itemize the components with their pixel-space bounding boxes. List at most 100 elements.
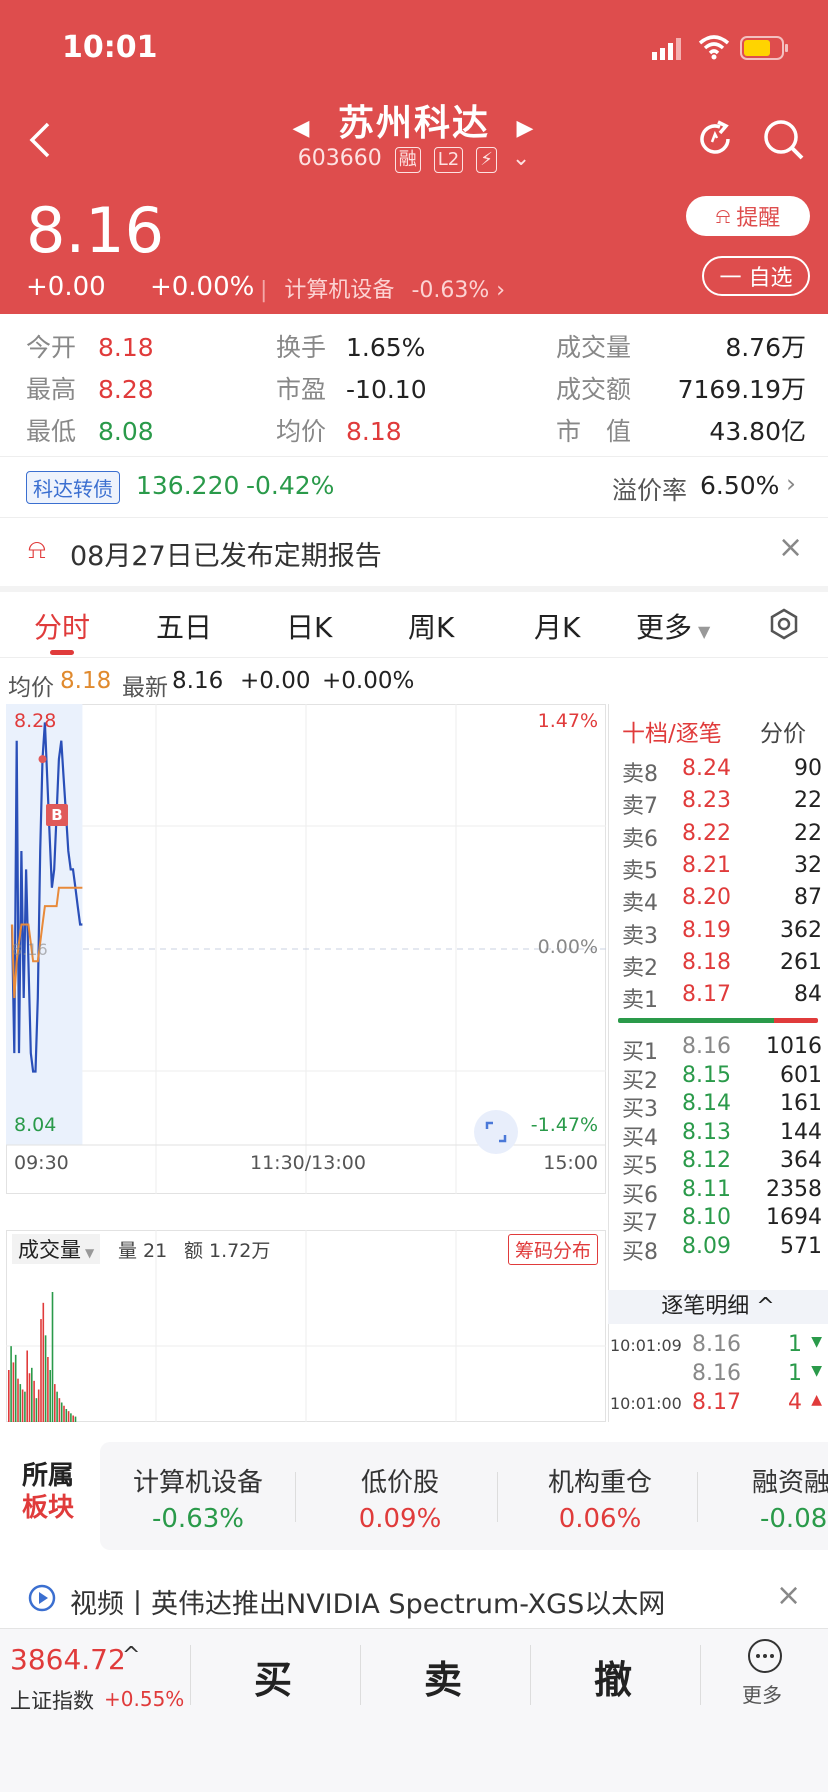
bid-price: 8.16 bbox=[682, 1034, 731, 1059]
close-icon[interactable]: × bbox=[778, 530, 803, 565]
bid-row[interactable]: 买6 8.11 2358 bbox=[622, 1177, 822, 1209]
bid-row[interactable]: 买1 8.16 1016 bbox=[622, 1034, 822, 1066]
ask-row[interactable]: 卖4 8.20 87 bbox=[622, 885, 822, 917]
remind-button[interactable]: ⍾ 提醒 bbox=[686, 196, 810, 236]
report-notice[interactable]: ⍾ 08月27日已发布定期报告 × bbox=[0, 520, 828, 586]
volume-bar bbox=[47, 1357, 49, 1422]
convertible-pct: -0.42% bbox=[246, 471, 335, 500]
chart-tabs: 分时 五日 日K 周K 月K 更多 ▼ bbox=[0, 592, 828, 658]
tick-detail-toggle[interactable]: 逐笔明细 ^ bbox=[608, 1290, 828, 1324]
watchlist-button[interactable]: 一 自选 bbox=[702, 256, 810, 296]
sector-name: 低价股 bbox=[360, 1468, 439, 1498]
ask-row[interactable]: 卖7 8.23 22 bbox=[622, 788, 822, 820]
price-change: +0.00 bbox=[26, 272, 106, 302]
ask-volume: 90 bbox=[794, 756, 822, 781]
ask-row[interactable]: 卖8 8.24 90 bbox=[622, 756, 822, 788]
tab-more-label: 更多 bbox=[636, 611, 693, 644]
volume-bar bbox=[60, 1402, 63, 1422]
bid-row[interactable]: 买7 8.10 1694 bbox=[622, 1205, 822, 1237]
search-icon[interactable] bbox=[762, 118, 806, 166]
ask-row[interactable]: 卖6 8.22 22 bbox=[622, 821, 822, 853]
sector-pct: -0.63% bbox=[152, 1504, 244, 1534]
next-stock-icon[interactable]: ▶ bbox=[517, 116, 536, 141]
buy-button[interactable]: 买 bbox=[254, 1649, 292, 1704]
tab-five-day[interactable]: 五日 bbox=[156, 606, 212, 646]
sector-item[interactable]: 机构重仓 0.06% bbox=[502, 1442, 698, 1550]
ask-row[interactable]: 卖2 8.18 261 bbox=[622, 950, 822, 982]
news-ticker[interactable]: 视频丨英伟达推出NVIDIA Spectrum-XGS以太网 × bbox=[0, 1570, 828, 1630]
bid-row[interactable]: 买8 8.09 571 bbox=[622, 1234, 822, 1266]
premium-value: 6.50% bbox=[700, 471, 780, 500]
bid-row[interactable]: 买4 8.13 144 bbox=[622, 1120, 822, 1152]
time-end: 15:00 bbox=[543, 1152, 598, 1174]
divider bbox=[530, 1645, 531, 1705]
index-value[interactable]: 3864.72 bbox=[10, 1643, 126, 1676]
ask-volume: 32 bbox=[794, 852, 822, 878]
bid-ask-ratio-bar bbox=[618, 1018, 818, 1023]
chevron-down-icon[interactable]: ⌄ bbox=[512, 146, 530, 171]
more-label[interactable]: 更多 bbox=[742, 1679, 782, 1708]
avg-label: 均价 bbox=[276, 417, 327, 446]
bid-level: 买1 bbox=[622, 1040, 658, 1065]
orderbook-title[interactable]: 十档/逐笔 bbox=[622, 714, 722, 748]
related-sectors: 所属 板块 计算机设备 -0.63% 低价股 0.09% 机构重仓 0.06% 融资融 -0.… bbox=[0, 1432, 828, 1552]
index-name: 上证指数 bbox=[10, 1689, 94, 1713]
last-change: +0.00 bbox=[240, 668, 311, 694]
expand-icon[interactable] bbox=[474, 1110, 518, 1154]
tab-intraday[interactable]: 分时 bbox=[34, 606, 90, 646]
volume-bar bbox=[37, 1389, 40, 1422]
volume-bar bbox=[8, 1370, 10, 1422]
intraday-chart-svg bbox=[6, 704, 606, 1194]
convertible-price: 136.220 bbox=[136, 471, 240, 500]
tab-day-k[interactable]: 日K bbox=[286, 606, 332, 646]
volume-bar bbox=[51, 1292, 54, 1422]
volume-bar bbox=[56, 1391, 58, 1422]
bid-row[interactable]: 买3 8.14 161 bbox=[622, 1091, 822, 1123]
bid-price: 8.10 bbox=[682, 1205, 731, 1230]
more-icon[interactable] bbox=[746, 1637, 784, 1679]
close-icon[interactable]: × bbox=[776, 1578, 801, 1613]
tick-time: 10:01:00 bbox=[610, 1394, 682, 1413]
cancel-order-button[interactable]: 撤 bbox=[594, 1649, 632, 1704]
ask-row[interactable]: 卖3 8.19 362 bbox=[622, 918, 822, 950]
volume-selector[interactable]: 成交量 ▼ bbox=[12, 1234, 101, 1264]
time-mid: 11:30/13:00 bbox=[250, 1152, 366, 1174]
buy-marker[interactable]: B bbox=[46, 804, 68, 826]
orderbook-side-tab[interactable]: 分价 bbox=[760, 714, 806, 748]
bid-volume: 144 bbox=[780, 1119, 822, 1145]
stock-header: 10:01 ◀ 苏州科达 ▶ 603660 融 L2 ⚡ ⌄ 8.16 +0.0… bbox=[0, 0, 828, 314]
bid-price: 8.13 bbox=[682, 1119, 731, 1145]
refresh-icon[interactable] bbox=[694, 118, 736, 164]
sector-item[interactable]: 融资融 -0.08 bbox=[702, 1442, 828, 1550]
industry-link[interactable]: | 计算机设备 -0.63% › bbox=[260, 272, 505, 304]
tab-month-k[interactable]: 月K bbox=[534, 606, 580, 646]
volume-bar bbox=[67, 1411, 70, 1422]
sector-item[interactable]: 低价股 0.09% bbox=[302, 1442, 498, 1550]
tab-more[interactable]: 更多 ▼ bbox=[636, 606, 710, 646]
sector-item[interactable]: 计算机设备 -0.63% bbox=[100, 1442, 296, 1550]
prev-stock-icon[interactable]: ◀ bbox=[293, 116, 312, 141]
divider bbox=[700, 1645, 701, 1705]
chevron-right-icon: › bbox=[786, 469, 796, 498]
convertible-bond-row[interactable]: 科达转债 136.220 -0.42% 溢价率 6.50% › bbox=[0, 456, 828, 518]
sector-pct: 0.06% bbox=[558, 1504, 642, 1534]
bid-price: 8.09 bbox=[682, 1233, 731, 1259]
tab-week-k[interactable]: 周K bbox=[408, 606, 454, 646]
intraday-chart[interactable]: 8.28 8.04 1.47% -1.47% 0.00% 8.16 B 09:3… bbox=[6, 704, 606, 1194]
ask-row[interactable]: 卖1 8.17 84 bbox=[622, 982, 822, 1014]
ask-volume: 362 bbox=[780, 917, 822, 943]
settings-icon[interactable] bbox=[768, 608, 800, 647]
chip-distribution-button[interactable]: 筹码分布 bbox=[507, 1234, 598, 1265]
wifi-icon bbox=[698, 34, 730, 64]
tick-price: 8.17 bbox=[692, 1390, 741, 1415]
sell-button[interactable]: 卖 bbox=[424, 1649, 462, 1704]
ask-price: 8.17 bbox=[682, 982, 731, 1008]
volume-chart[interactable]: 成交量 ▼ 量 21 额 1.72万 筹码分布 bbox=[6, 1230, 606, 1422]
tick-volume: 4 bbox=[788, 1390, 802, 1415]
flash-tag: ⚡ bbox=[476, 147, 497, 173]
l2-tag: L2 bbox=[433, 147, 464, 173]
bid-row[interactable]: 买2 8.15 601 bbox=[622, 1063, 822, 1095]
bid-row[interactable]: 买5 8.12 364 bbox=[622, 1148, 822, 1180]
ask-row[interactable]: 卖5 8.21 32 bbox=[622, 853, 822, 885]
tick-row: 8.16 1 ▼ bbox=[610, 1361, 824, 1393]
